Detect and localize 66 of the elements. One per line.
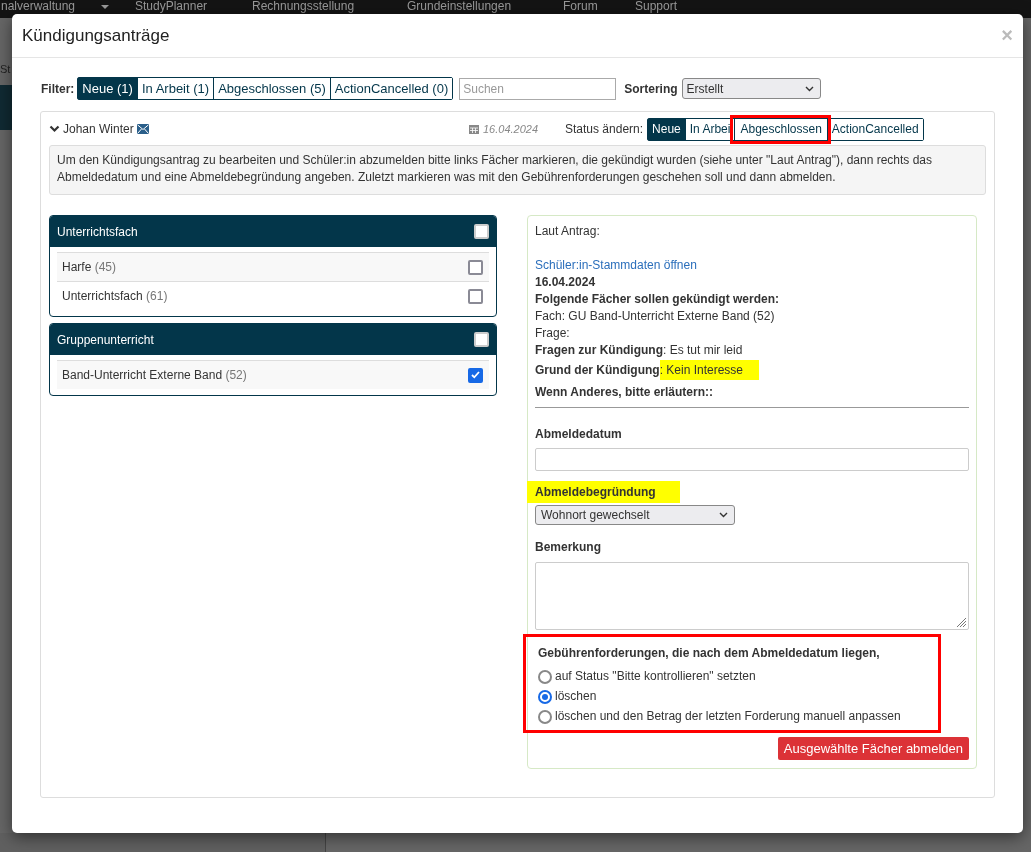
field-label: Abmeldedatum <box>535 426 622 443</box>
subject-checkbox[interactable] <box>468 367 483 383</box>
detail-value: : Kein Interesse <box>659 360 760 380</box>
nav-link[interactable]: Forum <box>563 0 598 13</box>
subject-row[interactable]: Band-Unterricht Externe Band (52) <box>57 360 489 389</box>
caret-icon <box>101 5 109 9</box>
chevron-down-icon[interactable] <box>49 125 60 133</box>
search-field[interactable]: Suchen <box>459 77 617 100</box>
fees-heading: Gebührenforderungen, die nach dem Abmeldedatum liegen, <box>538 645 881 662</box>
nav-link[interactable]: nalverwaltung <box>1 0 76 13</box>
field-label: Abmeldebegründung <box>527 481 680 503</box>
student-name: Johan Winter <box>63 122 134 136</box>
nav-link[interactable]: Rechnungsstellung <box>252 0 355 13</box>
detail-label: Grund der Kündigung <box>535 363 660 377</box>
status-label: Status ändern: <box>565 122 644 136</box>
deregister-button[interactable]: Ausgewählte Fächer abmelden <box>777 737 969 760</box>
page-text: St <box>0 63 11 75</box>
detail-text: Frage: <box>535 326 570 340</box>
request-date: 16.04.2024 <box>483 123 539 135</box>
subject-label: Unterrichtsfach (61) <box>62 289 168 303</box>
subject-label: Harfe (45) <box>62 260 117 274</box>
detail-text: Fach: GU Band-Unterricht Externe Band (52) <box>535 309 775 323</box>
radio-label[interactable]: auf Status "Bitte kontrollieren" setzten <box>555 668 756 685</box>
detail-label: Fragen zur Kündigung <box>535 343 663 357</box>
filter-label: Filter: <box>41 81 75 96</box>
select-all-checkbox[interactable] <box>474 332 489 347</box>
detail-value: : Es tut mir leid <box>663 343 743 357</box>
status-button[interactable]: ActionCancelled <box>826 118 923 140</box>
section-label: Laut Antrag: <box>535 223 601 240</box>
detail-heading: Wenn Anderes, bitte erläutern:: <box>535 385 714 399</box>
calendar-icon <box>469 124 479 134</box>
sort-dropdown[interactable]: Erstellt <box>681 78 821 99</box>
instruction-text: Um den Kündigungsantrag zu bearbeiten und Schüler:in abzumelden bitte links Fächer markieren, die gekündigt wurden (siehe unter "Laut Antrag"), dann rechts das Abmeldedatum und eine Abmeldebegründung angeben. Zuletzt markieren was mit den Gebührenforderungen geschehen soll und dann abmelden. <box>49 145 986 195</box>
radio-button[interactable] <box>538 709 552 724</box>
request-date: 16.04.2024 <box>535 274 597 291</box>
status-button[interactable]: Neue <box>648 118 685 140</box>
reason-dropdown[interactable]: Wohnort gewechselt <box>535 505 735 525</box>
subject-row[interactable]: Harfe (45) <box>57 252 489 281</box>
resize-grip-icon[interactable] <box>955 616 967 628</box>
radio-label[interactable]: löschen und den Betrag der letzten Forderung manuell anpassen <box>555 708 901 725</box>
date-input-field[interactable] <box>535 448 969 471</box>
check-icon <box>471 371 480 379</box>
page-panel <box>0 85 12 130</box>
radio-label[interactable]: löschen <box>555 688 597 705</box>
filter-tab[interactable]: Neue (1) <box>78 78 137 99</box>
dialog-title: Kündigungsanträge <box>22 25 170 46</box>
panel-title: Unterrichtsfach <box>57 224 138 239</box>
subject-label: Band-Unterricht Externe Band (52) <box>62 368 247 382</box>
sort-label: Sortering <box>624 81 678 96</box>
chevron-down-icon <box>719 512 728 518</box>
nav-link[interactable]: Support <box>635 0 678 13</box>
envelope-icon[interactable] <box>136 124 149 134</box>
panel-title: Gruppenunterricht <box>57 332 154 347</box>
nav-link[interactable]: Grundeinstellungen <box>407 0 512 13</box>
nav-link[interactable]: StudyPlanner <box>135 0 208 13</box>
field-label: Bemerkung <box>535 539 602 556</box>
subject-checkbox[interactable] <box>468 259 483 275</box>
student-data-link[interactable]: Schüler:in-Stammdaten öffnen <box>535 257 697 274</box>
filter-tab[interactable]: ActionCancelled (0) <box>329 78 453 99</box>
radio-button[interactable] <box>538 689 552 704</box>
radio-button[interactable] <box>538 669 552 684</box>
subject-row[interactable]: Unterrichtsfach (61) <box>57 281 489 310</box>
select-all-checkbox[interactable] <box>474 224 489 239</box>
chevron-down-icon <box>804 85 814 92</box>
detail-heading: Folgende Fächer sollen gekündigt werden: <box>535 292 780 306</box>
subject-checkbox[interactable] <box>468 288 483 304</box>
